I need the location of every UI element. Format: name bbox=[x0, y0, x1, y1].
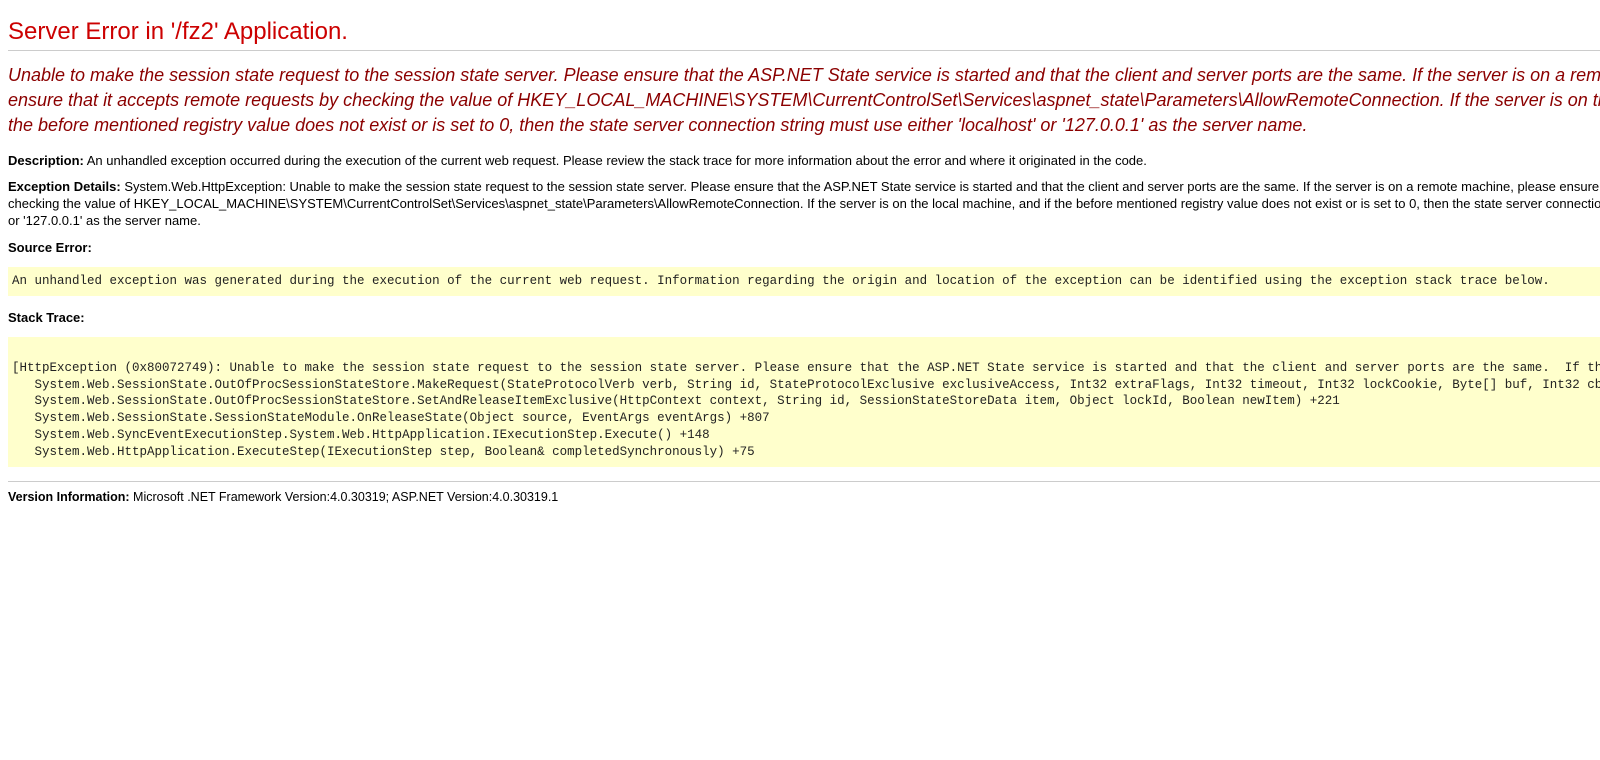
title-divider bbox=[8, 50, 1600, 51]
exception-details-label: Exception Details: bbox=[8, 179, 121, 194]
description-section: Description: An unhandled exception occu… bbox=[8, 153, 1600, 170]
source-error-section: Source Error: bbox=[8, 240, 1600, 257]
page-title: Server Error in '/fz2' Application. bbox=[8, 18, 1600, 46]
source-error-text: An unhandled exception was generated dur… bbox=[8, 267, 1600, 296]
stack-trace-section: Stack Trace: bbox=[8, 310, 1600, 327]
footer-divider bbox=[8, 481, 1600, 482]
exception-details-text: System.Web.HttpException: Unable to make… bbox=[8, 179, 1600, 228]
description-label: Description: bbox=[8, 153, 84, 168]
version-info-label: Version Information: bbox=[8, 490, 130, 504]
source-error-label: Source Error: bbox=[8, 240, 92, 255]
exception-message: Unable to make the session state request… bbox=[8, 63, 1600, 139]
exception-details-section: Exception Details: System.Web.HttpExcept… bbox=[8, 179, 1600, 230]
version-info: Version Information: Microsoft .NET Fram… bbox=[8, 490, 1600, 504]
version-info-text: Microsoft .NET Framework Version:4.0.303… bbox=[133, 490, 558, 504]
stack-trace-label: Stack Trace: bbox=[8, 310, 85, 325]
stack-trace-text: [HttpException (0x80072749): Unable to m… bbox=[8, 337, 1600, 467]
error-page: Server Error in '/fz2' Application. Unab… bbox=[8, 18, 1600, 504]
description-text: An unhandled exception occurred during t… bbox=[87, 153, 1147, 168]
